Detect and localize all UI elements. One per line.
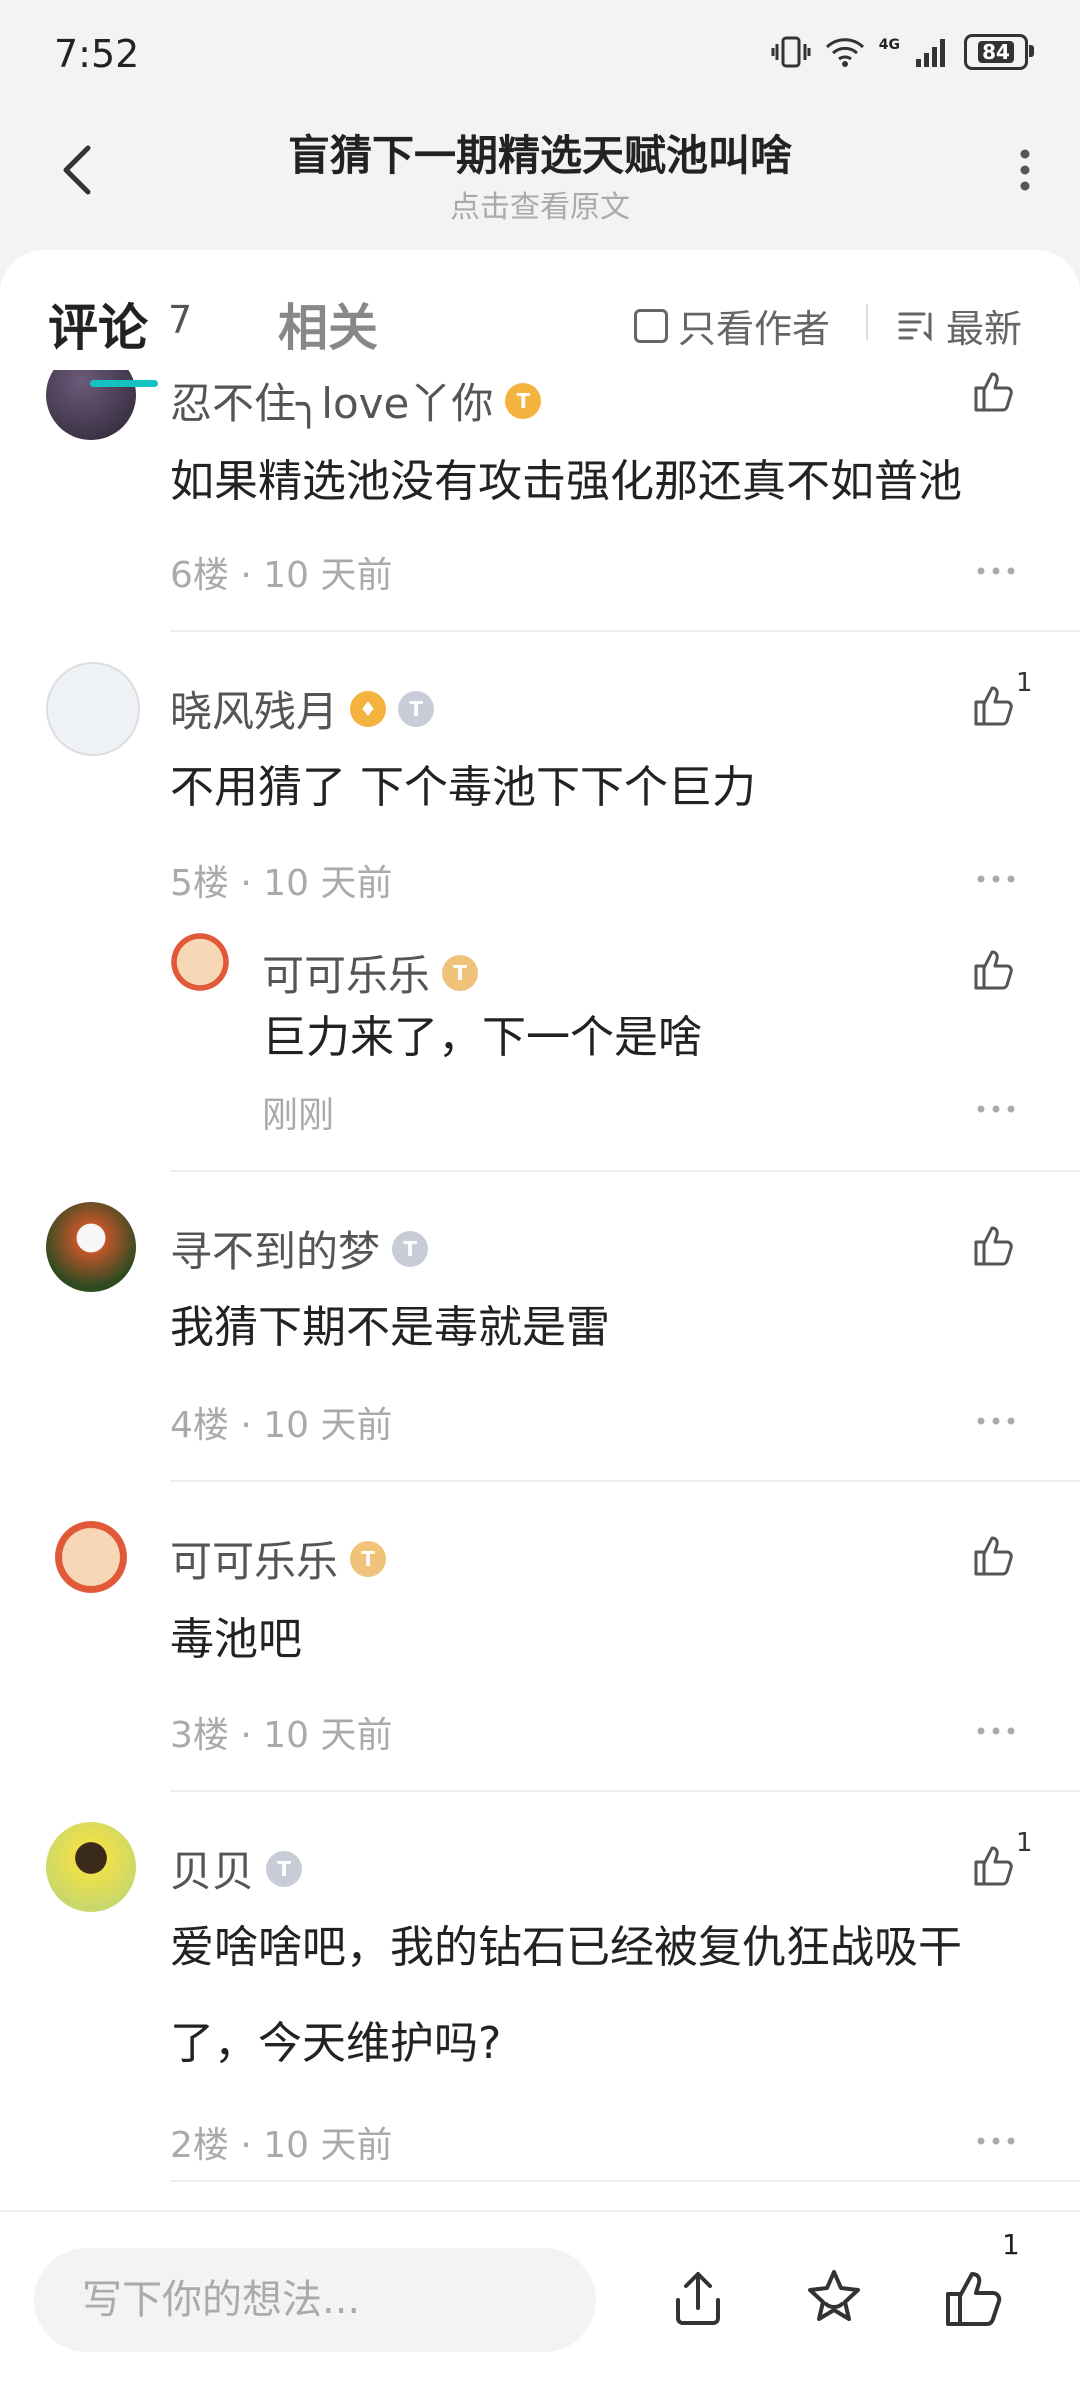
comments-panel: 忍不住╮love丫你 T 如果精选池没有攻击强化那还真不如普池 6楼 · 10 天… [0,250,1080,2210]
view-original-link[interactable]: 点击查看原文 [0,182,1080,226]
tab-underline [90,380,158,387]
level-badge-icon: T [392,1230,429,1267]
divider [866,304,868,340]
star-icon[interactable] [802,2266,866,2330]
more-horizontal-icon[interactable] [976,2136,1016,2146]
share-icon[interactable] [666,2266,730,2330]
like-count: 1 [1016,1828,1033,1858]
level-badge-icon: T [442,954,479,991]
battery-icon: 84 [964,34,1034,70]
level-badge-icon: T [350,1540,387,1577]
status-time: 7:52 [54,32,140,76]
comment-count: 7 [168,298,193,342]
wifi-icon [825,38,864,67]
more-horizontal-icon[interactable] [976,1726,1016,1736]
divider [170,1170,1080,1172]
signal-icon [916,39,945,67]
more-vertical-icon[interactable] [1010,140,1040,200]
like-count: 1 [1002,2228,1020,2261]
thumbs-up-icon[interactable] [970,368,1016,414]
network-type: 4G [878,37,900,53]
divider [170,1480,1080,1482]
page-title: 盲猜下一期精选天赋池叫啥 [287,131,792,180]
comment-text: 如果精选池没有攻击强化那还真不如普池 [170,456,962,507]
divider [170,1790,1080,1792]
header: 盲猜下一期精选天赋池叫啥 点击查看原文 [0,110,1080,250]
comment-meta: 3楼 · 10 天前 [170,1715,393,1756]
comment-text: 不用猜了 下个毒池下下个巨力 [170,762,756,813]
sort-icon [898,312,932,342]
like-count: 1 [1016,668,1033,698]
level-badge-icon: T [505,382,542,419]
comment-meta: 5楼 · 10 天前 [170,863,393,904]
author-only-toggle[interactable]: 只看作者 [634,298,830,353]
vibrate-icon [771,36,811,68]
comment-meta: 2楼 · 10 天前 [170,2125,393,2166]
comment-author[interactable]: 寻不到的梦 T [170,1218,429,1279]
sort-label: 最新 [946,307,1023,351]
reply-text: 巨力来了，下一个是啥 [262,1012,702,1063]
tab-comments[interactable]: 评论 [48,288,148,360]
comment-meta: 6楼 · 10 天前 [170,555,393,596]
more-horizontal-icon[interactable] [976,874,1016,884]
avatar[interactable] [46,1512,136,1602]
avatar[interactable] [46,662,140,756]
comment-text: 我猜下期不是毒就是雷 [170,1302,610,1353]
comment-input[interactable]: 写下你的想法... [34,2248,596,2352]
avatar[interactable] [46,1202,136,1292]
author-only-label: 只看作者 [678,307,831,351]
tab-bar: 评论 7 相关 只看作者 最新 [0,250,1080,370]
comment-author[interactable]: 贝贝 T [170,1838,303,1899]
more-horizontal-icon[interactable] [976,1416,1016,1426]
checkbox-icon[interactable] [634,308,668,343]
comment-author[interactable]: 可可乐乐 T [170,1528,387,1589]
tab-related[interactable]: 相关 [278,288,378,360]
level-badge-icon: T [266,1850,303,1887]
comment-text: 毒池吧 [170,1614,302,1665]
avatar[interactable] [46,1822,136,1912]
comment-author[interactable]: 晓风残月 ♦ T [170,678,435,739]
bottom-bar: 写下你的想法... 1 [0,2210,1080,2384]
thumbs-up-icon[interactable] [940,2266,1004,2330]
comment-author[interactable]: 忍不住╮love丫你 T [170,370,542,431]
status-icons: 4G 84 [771,34,1034,70]
reply-meta: 刚刚 [262,1095,335,1136]
status-bar: 7:52 4G 84 [0,0,1080,110]
thumbs-up-icon[interactable] [970,1222,1016,1268]
comment-meta: 4楼 · 10 天前 [170,1405,393,1446]
sort-toggle[interactable]: 最新 [898,298,1022,353]
fire-badge-icon: ♦ [350,690,387,727]
reply-avatar[interactable] [164,926,236,998]
comment-text: 爱啥啥吧，我的钻石已经被复仇狂战吸干了，今天维护吗? [170,1922,962,2069]
thumbs-up-icon[interactable] [970,1532,1016,1578]
more-horizontal-icon[interactable] [976,566,1016,576]
thumbs-up-icon[interactable] [970,1842,1016,1888]
more-horizontal-icon[interactable] [976,1104,1016,1114]
divider [170,630,1080,632]
level-badge-icon: T [398,690,435,727]
divider [170,2180,1080,2182]
thumbs-up-icon[interactable] [970,946,1016,992]
thumbs-up-icon[interactable] [970,682,1016,728]
